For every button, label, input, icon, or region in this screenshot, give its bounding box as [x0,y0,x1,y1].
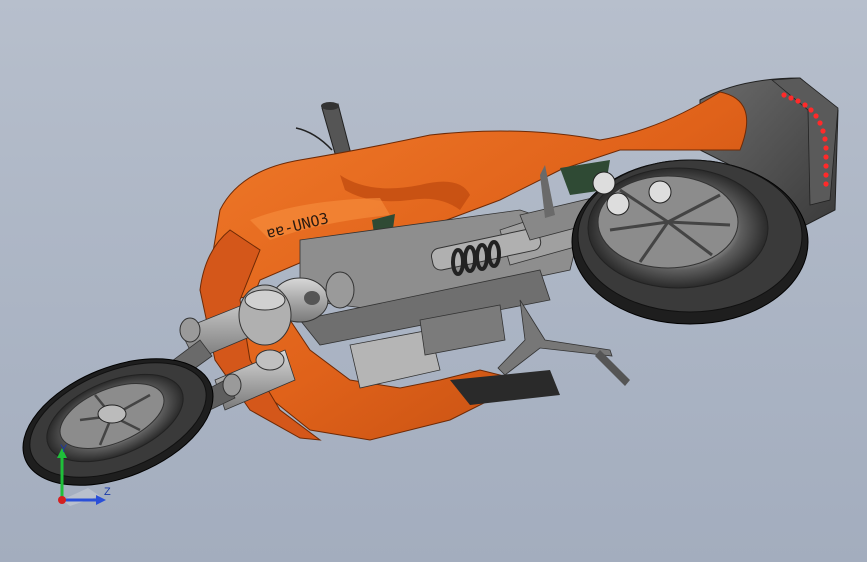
kickstand [497,299,630,386]
rear-wheel [571,159,809,325]
triad-z-label: Z [104,486,111,498]
graphics-viewport[interactable]: ɐɐ-UNO3 Y Z [0,0,867,562]
coordinate-triad: Y Z [40,440,120,510]
motorcycle-model[interactable]: ɐɐ-UNO3 [0,0,867,562]
triad-axes-icon [57,448,106,506]
triad-y-label: Y [60,443,68,455]
